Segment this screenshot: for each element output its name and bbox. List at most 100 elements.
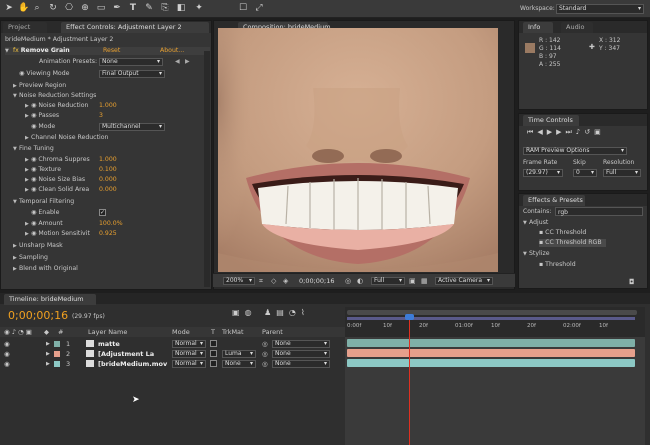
- pen-tool-icon[interactable]: ✒: [112, 3, 122, 14]
- grid-icon[interactable]: ⌗: [259, 277, 263, 286]
- layer-row[interactable]: ◉ ▶ 1 matte Normal ▾ ◎ None ▾: [0, 339, 345, 349]
- eraser-tool-icon[interactable]: ◧: [176, 3, 186, 14]
- noise-reduction-value[interactable]: 1.000: [99, 102, 117, 110]
- expand-triangle-icon[interactable]: ▶: [46, 339, 50, 349]
- cc-threshold-rgb-item[interactable]: ▪ CC Threshold RGB: [539, 239, 606, 247]
- stopwatch-icon[interactable]: ◉: [31, 156, 36, 163]
- layer-bar-bride[interactable]: [347, 359, 635, 367]
- transparency-grid-icon[interactable]: ▦: [421, 277, 428, 285]
- clone-tool-icon[interactable]: ⎘: [160, 3, 170, 14]
- layer-mode-select[interactable]: Normal ▾: [172, 340, 206, 348]
- layer-parent-select[interactable]: None ▾: [272, 360, 330, 368]
- camera-tool-icon[interactable]: ⎔: [64, 3, 74, 14]
- zoom-select[interactable]: 200% ▾: [223, 277, 255, 285]
- zoom-tool-icon[interactable]: ⌕: [32, 3, 42, 14]
- temporal-filtering-row[interactable]: ▼ Temporal Filtering: [13, 198, 74, 206]
- work-area-bar[interactable]: [347, 310, 637, 315]
- stopwatch-icon[interactable]: ◉: [19, 70, 24, 77]
- comp-mini-flowchart-icon[interactable]: ▣: [232, 308, 245, 317]
- expand-triangle-icon[interactable]: ▶: [46, 349, 50, 359]
- stopwatch-icon[interactable]: ◉: [31, 176, 36, 183]
- shy-icon[interactable]: ♟: [264, 308, 276, 317]
- stopwatch-icon[interactable]: ◉: [31, 220, 36, 227]
- tab-time-controls[interactable]: Time Controls: [523, 115, 579, 126]
- draft-3d-icon[interactable]: ◍: [245, 308, 257, 317]
- tab-timeline[interactable]: Timeline: brideMedium: [4, 294, 96, 305]
- passes-value[interactable]: 3: [99, 112, 103, 120]
- stopwatch-icon[interactable]: ◉: [31, 209, 36, 216]
- about-link[interactable]: About...: [160, 47, 184, 55]
- stopwatch-icon[interactable]: ◉: [31, 102, 36, 109]
- camera-select[interactable]: Active Camera ▾: [435, 277, 493, 285]
- motion-blur-icon[interactable]: ◔: [289, 308, 301, 317]
- rectangle-tool-icon[interactable]: ▭: [96, 3, 106, 14]
- motion-value[interactable]: 0.925: [99, 230, 117, 238]
- composition-viewer[interactable]: [218, 28, 498, 272]
- mode-select[interactable]: Multichannel ▾: [99, 123, 165, 131]
- layer-bar-adjustment[interactable]: [347, 349, 635, 357]
- snap-checkbox-icon[interactable]: ☐: [238, 3, 248, 14]
- tab-project[interactable]: Project: [3, 22, 47, 33]
- expand-triangle-icon[interactable]: ▶: [46, 359, 50, 369]
- layer-trkmat-select[interactable]: Luma ▾: [222, 350, 256, 358]
- reset-link[interactable]: Reset: [103, 47, 120, 55]
- pickwhip-icon[interactable]: ◎: [262, 339, 268, 349]
- time-ruler[interactable]: 0:00f 10f 20f 01:00f 10f 20f 02:00f 10f: [345, 307, 645, 337]
- fx-icon[interactable]: fx: [13, 47, 19, 54]
- camera-snapshot-icon[interactable]: ◈: [283, 277, 288, 285]
- snapshot-icon[interactable]: ◎: [345, 277, 351, 285]
- collapse-triangle-icon[interactable]: ▼: [5, 47, 11, 55]
- contains-search-input[interactable]: rgb: [555, 207, 643, 216]
- layer-mode-select[interactable]: Normal ▾: [172, 360, 206, 368]
- unsharp-mask-row[interactable]: ▶ Unsharp Mask: [13, 242, 63, 250]
- adjust-category[interactable]: ▼ Adjust: [523, 219, 548, 227]
- region-of-interest-icon[interactable]: ▣: [409, 277, 416, 285]
- threshold-item[interactable]: ▪ Threshold: [539, 261, 576, 269]
- mask-icon[interactable]: ◇: [271, 277, 276, 285]
- blend-row[interactable]: ▶ Blend with Original: [13, 265, 78, 273]
- graph-editor-icon[interactable]: ⌇: [301, 308, 310, 317]
- tab-audio[interactable]: Audio: [561, 22, 593, 33]
- next-preset-icon[interactable]: ▶: [185, 58, 190, 65]
- amount-value[interactable]: 100.0%: [99, 220, 123, 228]
- stopwatch-icon[interactable]: ◉: [31, 166, 36, 173]
- label-color-swatch[interactable]: [54, 341, 60, 347]
- layer-row[interactable]: ◉ ▶ 2 [Adjustment La Normal ▾ Luma ▾ ◎ None ▾: [0, 349, 345, 359]
- playhead[interactable]: [409, 317, 410, 445]
- tab-effects-presets[interactable]: Effects & Presets: [523, 195, 585, 206]
- layer-parent-select[interactable]: None ▾: [272, 340, 330, 348]
- preview-resolution-select[interactable]: Full ▾: [603, 169, 641, 177]
- noise-reduction-settings-row[interactable]: ▼ Noise Reduction Settings: [13, 92, 96, 100]
- audio-icon[interactable]: ♪: [576, 128, 584, 136]
- tab-effect-controls[interactable]: Effect Controls: Adjustment Layer 2: [61, 22, 209, 33]
- effect-header-row[interactable]: ▼ fx Remove Grain Reset About...: [5, 47, 210, 55]
- label-color-swatch[interactable]: [54, 361, 60, 367]
- enable-checkbox[interactable]: ✓: [99, 209, 106, 216]
- texture-value[interactable]: 0.100: [99, 166, 117, 174]
- layer-name[interactable]: [Adjustment La: [98, 349, 154, 359]
- fine-tuning-row[interactable]: ▼ Fine Tuning: [13, 145, 54, 153]
- stopwatch-icon[interactable]: ◉: [31, 230, 36, 237]
- rotate-tool-icon[interactable]: ↻: [48, 3, 58, 14]
- layer-parent-select[interactable]: None ▾: [272, 350, 330, 358]
- animation-presets-select[interactable]: None ▾: [99, 58, 163, 66]
- time-navigator[interactable]: [347, 317, 635, 320]
- preview-region-row[interactable]: ▶ Preview Region: [13, 82, 66, 90]
- ram-preview-icon[interactable]: ▣: [594, 128, 605, 136]
- stopwatch-icon[interactable]: ◉: [31, 123, 36, 130]
- playhead-handle[interactable]: [405, 314, 414, 320]
- stopwatch-icon[interactable]: ◉: [31, 112, 36, 119]
- loop-icon[interactable]: ↺: [584, 128, 594, 136]
- new-folder-icon[interactable]: ◘: [629, 278, 635, 286]
- comp-timecode[interactable]: 0;00;00;16: [299, 277, 335, 285]
- eye-icon[interactable]: ◉: [4, 339, 10, 349]
- puppet-tool-icon[interactable]: ✦: [194, 3, 204, 14]
- pan-behind-tool-icon[interactable]: ⊕: [80, 3, 90, 14]
- viewing-mode-select[interactable]: Final Output ▾: [99, 70, 165, 78]
- play-icon[interactable]: ▶: [547, 128, 556, 136]
- frame-blending-icon[interactable]: ▤: [276, 308, 289, 317]
- sampling-row[interactable]: ▶ Sampling: [13, 254, 48, 262]
- prev-preset-icon[interactable]: ◀: [175, 58, 180, 65]
- tab-info[interactable]: Info: [523, 22, 553, 33]
- noise-size-value[interactable]: 0.000: [99, 176, 117, 184]
